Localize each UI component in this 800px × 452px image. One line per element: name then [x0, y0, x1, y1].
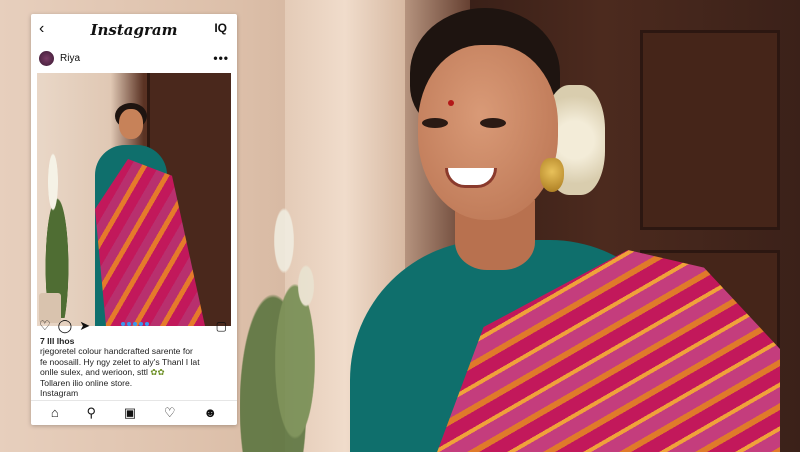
reels-icon[interactable]: ▣ [124, 406, 136, 420]
app-header: ‹ Instagram IQ [31, 14, 237, 46]
home-icon[interactable]: ⌂ [51, 406, 59, 420]
flower-plant [240, 150, 350, 452]
comment-icon[interactable]: ◯ [58, 319, 73, 333]
username[interactable]: Riya [60, 53, 80, 64]
caption-line: fe noosaill. Hy ngy zelet to aly's Thanl… [40, 356, 200, 367]
caption-line: onlle sulex, and werioon, sttl ✿✿ [40, 367, 165, 378]
search-icon[interactable]: ⚲ [87, 406, 97, 420]
bookmark-icon[interactable]: ▢ [216, 319, 227, 333]
app-logo: Instagram [90, 21, 178, 39]
eye [422, 118, 448, 128]
share-icon[interactable]: ➤ [79, 319, 90, 333]
face [418, 45, 558, 220]
carousel-dots [121, 322, 149, 326]
earring [540, 158, 564, 192]
like-heart-icon[interactable]: ♡ [39, 319, 51, 333]
eye [480, 118, 506, 128]
caption-line: rjegoretel colour handcrafted sarente fo… [40, 346, 193, 357]
likes-count[interactable]: 7 lll lhos [40, 336, 230, 346]
post-text: 7 lll lhos rjegoretel colour handcrafted… [40, 336, 230, 398]
post-actions: ♡ ◯ ➤ ▢ [39, 318, 229, 334]
heart-icon[interactable]: ♡ [164, 406, 176, 420]
direct-messages-button[interactable]: IQ [214, 21, 227, 35]
instagram-post-card: ‹ Instagram IQ Riya ••• ♡ ◯ ➤ ▢ 7 lll lh… [31, 14, 237, 425]
bindi [448, 100, 454, 106]
post-image[interactable] [37, 73, 231, 326]
woman-portrait [340, 0, 780, 452]
bottom-nav: ⌂ ⚲ ▣ ♡ ☻ [31, 400, 237, 425]
face [119, 109, 143, 139]
more-horizontal-icon[interactable]: ••• [213, 51, 229, 65]
back-arrow-icon[interactable]: ‹ [39, 20, 44, 38]
caption-tag[interactable]: Instagram [40, 388, 230, 398]
caption-line: Tollaren ilio online store. [40, 377, 133, 388]
avatar[interactable] [39, 50, 54, 66]
profile-icon[interactable]: ☻ [203, 406, 217, 420]
post-header: Riya ••• [31, 46, 237, 70]
